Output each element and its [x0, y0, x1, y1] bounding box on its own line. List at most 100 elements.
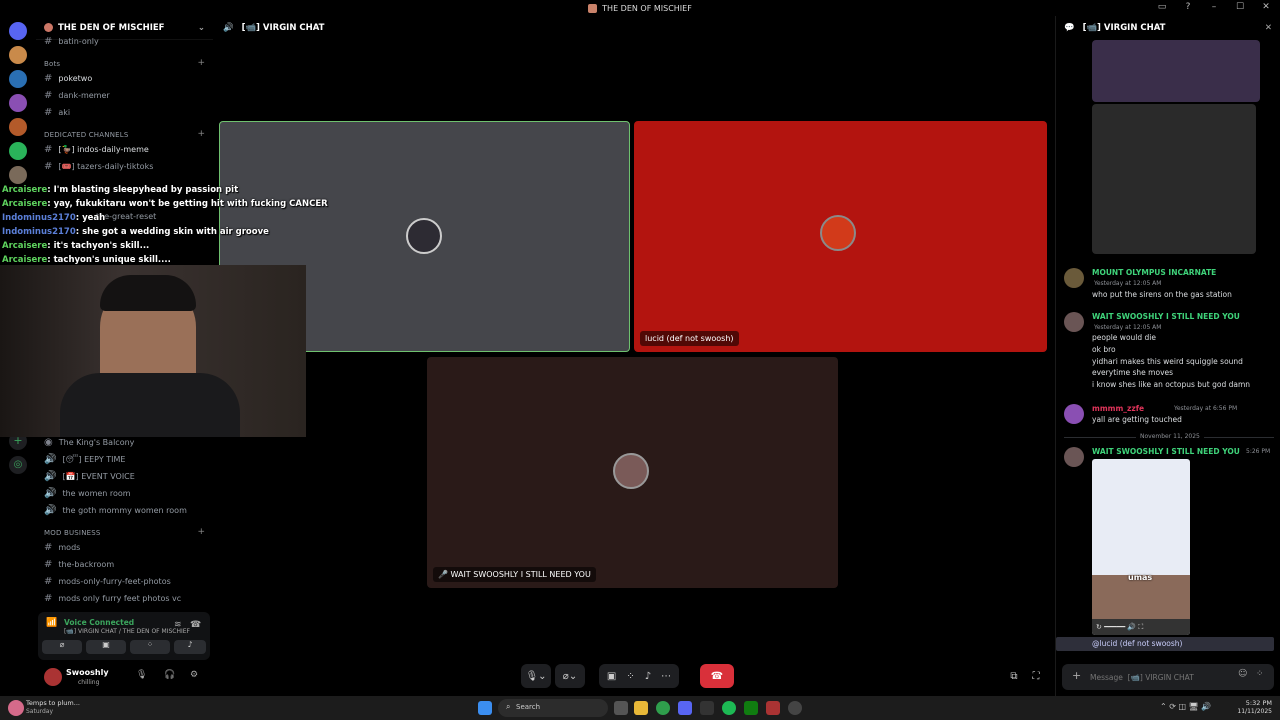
- discord-home-icon[interactable]: [9, 22, 27, 40]
- apps-icon[interactable]: ⁘: [1256, 669, 1264, 679]
- streamer-hair: [100, 275, 196, 311]
- microphone-icon[interactable]: 🎙: [136, 670, 147, 680]
- hash-icon: #: [44, 107, 53, 118]
- chrome-icon[interactable]: [656, 701, 670, 715]
- avatar[interactable]: [1064, 312, 1084, 332]
- add-attachment-icon[interactable]: +: [1072, 669, 1081, 682]
- channel-item-mods-feet[interactable]: # mods-only-furry-feet-photos: [44, 576, 171, 587]
- speaker-icon: 🔊: [44, 471, 57, 482]
- channel-item-tazers-daily-tiktoks[interactable]: # [🎟️] tazers-daily-tiktoks: [44, 161, 153, 172]
- clock-time[interactable]: 5:32 PM: [1236, 699, 1272, 707]
- explore-icon[interactable]: ◎: [9, 456, 27, 474]
- popout-icon[interactable]: ⧉: [1005, 664, 1023, 688]
- disconnect-icon[interactable]: ☎: [190, 620, 201, 630]
- voice-channel-kings-balcony[interactable]: ◉ The King's Balcony: [44, 437, 134, 448]
- chat-message: mmmm_zzfe Yesterday at 6:56 PM yall are …: [1064, 404, 1274, 430]
- headphones-icon[interactable]: 🎧: [164, 670, 175, 680]
- microphone-toggle[interactable]: 🎙⌄: [521, 664, 551, 688]
- camera-off-button[interactable]: ⌀: [42, 640, 82, 654]
- channel-item-the-backroom[interactable]: # the-backroom: [44, 559, 114, 570]
- embedded-image[interactable]: [1092, 104, 1256, 254]
- soundboard-button[interactable]: ♪: [174, 640, 206, 654]
- screen-share-button[interactable]: ▣: [86, 640, 126, 654]
- tray-icons[interactable]: ⌃ ⟳ ◫ 🖥 🔊: [1160, 702, 1211, 711]
- settings-gear-icon[interactable]: ⚙: [190, 670, 198, 680]
- fullscreen-icon[interactable]: ⛶: [1027, 664, 1045, 688]
- spotify-icon[interactable]: [722, 701, 736, 715]
- avatar[interactable]: [1064, 268, 1084, 288]
- server-icon-6[interactable]: [9, 166, 27, 184]
- xbox-icon[interactable]: [744, 701, 758, 715]
- minimize-icon[interactable]: –: [1208, 2, 1220, 12]
- avatar[interactable]: [1064, 404, 1084, 424]
- avatar[interactable]: [1064, 447, 1084, 467]
- file-explorer-icon[interactable]: [634, 701, 648, 715]
- server-icon-2[interactable]: [9, 70, 27, 88]
- voice-channel-women-room[interactable]: 🔊 the women room: [44, 488, 131, 499]
- channel-item-indos-daily-meme[interactable]: # [🦆] indos-daily-meme: [44, 144, 149, 155]
- weather-icon[interactable]: [8, 700, 24, 716]
- discord-icon[interactable]: [678, 701, 692, 715]
- activities-button[interactable]: ⁘: [130, 640, 170, 654]
- message-input[interactable]: [1090, 669, 1230, 685]
- close-icon[interactable]: ✕: [1265, 23, 1272, 33]
- call-controls: 🎙⌄ ⌀⌄ ▣ ⁘ ♪ ⋯ ☎ ⧉ ⛶: [213, 660, 1053, 692]
- channel-item-aki[interactable]: # aki: [44, 107, 70, 118]
- participant-tile-lucid[interactable]: lucid (def not swoosh): [634, 121, 1047, 352]
- video-controls[interactable]: ↻ ━━━━━ 🔊 ⛶: [1092, 619, 1190, 635]
- help-icon[interactable]: ?: [1182, 2, 1194, 12]
- app-icon[interactable]: [766, 701, 780, 715]
- message-author[interactable]: WAIT SWOOSHLY I STILL NEED YOU: [1092, 312, 1240, 321]
- search-box[interactable]: ⌕ Search: [498, 699, 608, 717]
- server-icon-4[interactable]: [9, 118, 27, 136]
- server-icon-3[interactable]: [9, 94, 27, 112]
- category-dedicated[interactable]: DEDICATED CHANNELS: [44, 131, 129, 139]
- channel-item-dank-memer[interactable]: # dank-memer: [44, 90, 110, 101]
- screen-share-icon[interactable]: ▣: [607, 671, 616, 682]
- inbox-icon[interactable]: ▭: [1156, 2, 1168, 12]
- activities-icon[interactable]: ⁘: [626, 671, 634, 682]
- voice-location[interactable]: [📹] VIRGIN CHAT / THE DEN OF MISCHIEF: [64, 628, 190, 635]
- channel-item-mods[interactable]: # mods: [44, 542, 80, 553]
- message-author[interactable]: mmmm_zzfe: [1092, 404, 1144, 413]
- weather-text[interactable]: Temps to plum...: [26, 699, 80, 707]
- category-bots[interactable]: Bots: [44, 60, 60, 68]
- close-icon[interactable]: ✕: [1260, 2, 1272, 12]
- server-icon-1[interactable]: [9, 46, 27, 64]
- mention[interactable]: @lucid (def not swoosh): [1092, 639, 1183, 648]
- hash-icon: #: [44, 144, 53, 155]
- speaker-icon: 🔊: [223, 23, 234, 33]
- channel-item[interactable]: # batin-only: [44, 36, 99, 47]
- avatar[interactable]: [44, 668, 62, 686]
- hangup-button[interactable]: ☎: [700, 664, 734, 688]
- noise-suppression-icon[interactable]: ≋: [174, 620, 182, 630]
- message-author[interactable]: WAIT SWOOSHLY I STILL NEED YOU: [1092, 447, 1240, 456]
- channel-item-poketwo[interactable]: # poketwo: [44, 73, 92, 84]
- app-icon[interactable]: [700, 701, 714, 715]
- start-icon[interactable]: [478, 701, 492, 715]
- camera-toggle[interactable]: ⌀⌄: [555, 664, 585, 688]
- maximize-icon[interactable]: ☐: [1234, 2, 1246, 12]
- server-name: THE DEN OF MISCHIEF: [58, 22, 165, 33]
- chevron-down-icon[interactable]: ⌄: [198, 23, 205, 33]
- participant-tile-swooshly[interactable]: 🎤 WAIT SWOOSHLY I STILL NEED YOU: [427, 357, 838, 588]
- taskview-icon[interactable]: [614, 701, 628, 715]
- obs-icon[interactable]: [788, 701, 802, 715]
- voice-channel-goth-mommy[interactable]: 🔊 the goth mommy women room: [44, 505, 187, 516]
- voice-channel-eepy-time[interactable]: 🔊 [😴] EEPY TIME: [44, 454, 125, 465]
- hash-icon: #: [44, 36, 53, 47]
- channel-item-mods-feet-vc[interactable]: # mods only furry feet photos vc: [44, 593, 181, 604]
- emoji-icon[interactable]: ☺: [1238, 669, 1247, 679]
- server-icon-5[interactable]: [9, 142, 27, 160]
- add-channel-icon[interactable]: +: [197, 58, 205, 68]
- embedded-image[interactable]: [1092, 40, 1260, 102]
- voice-channel-event-voice[interactable]: 🔊 [📅] EVENT VOICE: [44, 471, 135, 482]
- message-author[interactable]: MOUNT OLYMPUS INCARNATE: [1092, 268, 1216, 277]
- soundboard-icon[interactable]: ♪: [645, 671, 651, 682]
- clock-date[interactable]: 11/11/2025: [1236, 708, 1272, 715]
- video-embed[interactable]: umas ↻ ━━━━━ 🔊 ⛶: [1092, 459, 1190, 635]
- more-icon[interactable]: ⋯: [661, 671, 671, 682]
- add-channel-icon[interactable]: +: [197, 527, 205, 537]
- category-mod-business[interactable]: MOD BUSINESS: [44, 529, 101, 537]
- add-channel-icon[interactable]: +: [197, 129, 205, 139]
